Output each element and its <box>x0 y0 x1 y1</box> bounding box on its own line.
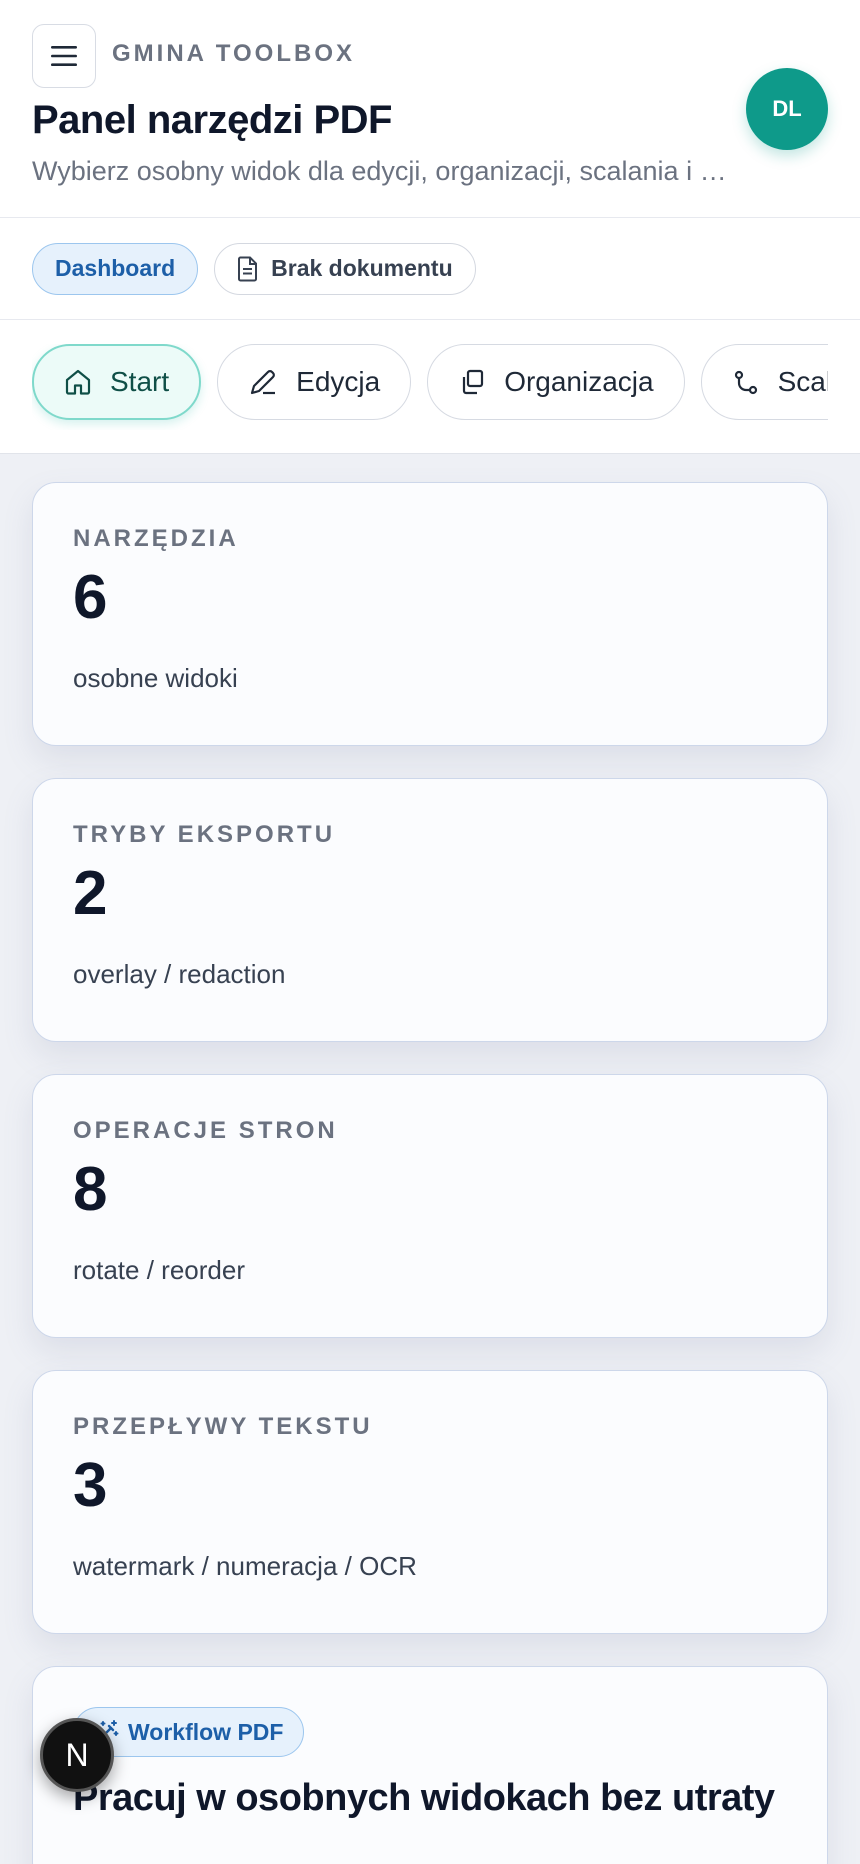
stat-card-przeplywy-tekstu: PRZEPŁYWY TEKSTU 3 watermark / numeracja… <box>32 1370 828 1634</box>
tool-navigation: Start Edycja Organizacja Scalanie <box>0 320 860 454</box>
hamburger-icon <box>51 46 77 66</box>
stat-card-operacje-stron: OPERACJE STRON 8 rotate / reorder <box>32 1074 828 1338</box>
stat-description: overlay / redaction <box>73 959 286 989</box>
stat-description: watermark / numeracja / OCR <box>73 1551 417 1581</box>
dashboard-chip-label: Dashboard <box>55 255 176 281</box>
document-icon <box>238 256 258 281</box>
page-title: Panel narzędzi PDF <box>32 98 392 142</box>
stat-card-narzedzia: NARZĘDZIA 6 osobne widoki <box>32 482 828 746</box>
dashboard-chip[interactable]: Dashboard <box>32 242 199 295</box>
copy-pages-icon <box>463 369 484 395</box>
brand-label: GMINA TOOLBOX <box>112 40 355 67</box>
stat-description: rotate / reorder <box>73 1255 245 1285</box>
context-chip-bar: Dashboard Brak dokumentu <box>0 218 860 320</box>
pencil-icon <box>251 370 276 395</box>
document-chip[interactable]: Brak dokumentu <box>214 242 476 295</box>
stat-value: 3 <box>73 1451 108 1520</box>
stat-value: 6 <box>73 563 108 632</box>
workflow-badge-label: Workflow PDF <box>128 1718 284 1745</box>
tab-start[interactable]: Start <box>32 344 202 420</box>
route-icon <box>734 370 757 395</box>
stat-label: TRYBY EKSPORTU <box>73 821 336 848</box>
page-subtitle: Wybierz osobny widok dla edycji, organiz… <box>32 156 732 186</box>
tab-start-label: Start <box>110 366 170 397</box>
stat-label: OPERACJE STRON <box>73 1117 338 1144</box>
document-chip-label: Brak dokumentu <box>271 255 453 281</box>
tab-organizacja[interactable]: Organizacja <box>427 344 685 420</box>
tab-edycja-label: Edycja <box>296 366 381 397</box>
app-header: GMINA TOOLBOX Panel narzędzi PDF Wybierz… <box>0 0 860 218</box>
stat-value: 2 <box>73 859 108 928</box>
workflow-title: Pracuj w osobnych widokach bez utraty <box>73 1777 775 1819</box>
tool-tabs-scroller[interactable]: Start Edycja Organizacja Scalanie <box>32 344 828 430</box>
tab-organizacja-label: Organizacja <box>504 366 654 397</box>
tab-scalanie[interactable]: Scalanie <box>700 344 828 420</box>
next-dev-tools-button[interactable]: N <box>40 1718 114 1792</box>
home-icon <box>65 369 91 395</box>
stat-card-tryby-eksportu: TRYBY EKSPORTU 2 overlay / redaction <box>32 778 828 1042</box>
stat-label: PRZEPŁYWY TEKSTU <box>73 1413 373 1440</box>
menu-button[interactable] <box>32 24 96 88</box>
stat-label: NARZĘDZIA <box>73 525 239 552</box>
tab-edycja[interactable]: Edycja <box>217 344 412 420</box>
workflow-card: Workflow PDF Pracuj w osobnych widokach … <box>32 1666 828 1864</box>
dashboard-content: NARZĘDZIA 6 osobne widoki TRYBY EKSPORTU… <box>0 454 860 1864</box>
tab-scalanie-label: Scalanie <box>777 366 828 397</box>
stat-value: 8 <box>73 1155 108 1224</box>
user-avatar[interactable]: DL <box>746 68 828 150</box>
stat-description: osobne widoki <box>73 663 238 693</box>
